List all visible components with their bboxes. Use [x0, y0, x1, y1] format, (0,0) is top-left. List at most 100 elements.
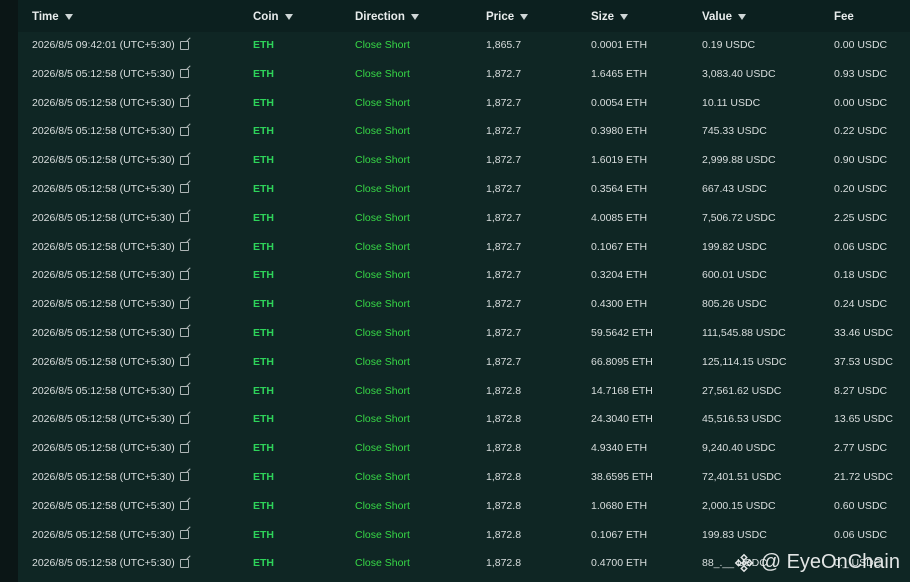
price-cell: 1,872.7 [486, 355, 522, 368]
time-cell[interactable]: 2026/8/5 09:42:01 (UTC+5:30) [32, 39, 189, 51]
time-text: 2026/8/5 05:12:58 (UTC+5:30) [32, 326, 175, 339]
table-row: 2026/8/5 05:12:58 (UTC+5:30) ETH Close S… [18, 261, 910, 290]
coin-cell[interactable]: ETH [253, 97, 274, 109]
time-text: 2026/8/5 05:12:58 (UTC+5:30) [32, 182, 175, 195]
column-header-direction[interactable]: Direction [355, 10, 419, 24]
size-cell: 1.0680 ETH [591, 499, 648, 512]
time-text: 2026/8/5 05:12:58 (UTC+5:30) [32, 528, 175, 541]
direction-cell: Close Short [355, 154, 410, 167]
fee-cell: 33.46 USDC [834, 326, 893, 339]
column-header-size[interactable]: Size [591, 10, 629, 24]
external-link-icon[interactable] [179, 40, 189, 50]
external-link-icon[interactable] [179, 126, 189, 136]
direction-cell: Close Short [355, 269, 410, 282]
value-cell: 111,545.88 USDC [702, 326, 786, 339]
price-cell: 1,872.7 [486, 96, 522, 109]
coin-cell[interactable]: ETH [253, 269, 274, 281]
coin-cell[interactable]: ETH [253, 356, 274, 368]
direction-cell: Close Short [355, 470, 410, 483]
time-cell[interactable]: 2026/8/5 05:12:58 (UTC+5:30) [32, 212, 189, 224]
time-cell[interactable]: 2026/8/5 05:12:58 (UTC+5:30) [32, 471, 189, 483]
coin-cell[interactable]: ETH [253, 385, 274, 397]
external-link-icon[interactable] [179, 386, 189, 396]
size-cell: 0.0054 ETH [591, 96, 648, 109]
coin-cell[interactable]: ETH [253, 183, 274, 195]
time-cell[interactable]: 2026/8/5 05:12:58 (UTC+5:30) [32, 356, 189, 368]
coin-cell[interactable]: ETH [253, 212, 274, 224]
time-cell[interactable]: 2026/8/5 05:12:58 (UTC+5:30) [32, 183, 189, 195]
column-header-time[interactable]: Time [32, 10, 73, 24]
coin-cell[interactable]: ETH [253, 413, 274, 425]
time-text: 2026/8/5 05:12:58 (UTC+5:30) [32, 557, 175, 570]
table-row: 2026/8/5 05:12:58 (UTC+5:30) ETH Close S… [18, 319, 910, 348]
time-text: 2026/8/5 05:12:58 (UTC+5:30) [32, 240, 175, 253]
external-link-icon[interactable] [179, 328, 189, 338]
external-link-icon[interactable] [179, 299, 189, 309]
external-link-icon[interactable] [179, 242, 189, 252]
time-cell[interactable]: 2026/8/5 05:12:58 (UTC+5:30) [32, 557, 189, 569]
time-cell[interactable]: 2026/8/5 05:12:58 (UTC+5:30) [32, 500, 189, 512]
coin-cell[interactable]: ETH [253, 500, 274, 512]
coin-cell[interactable]: ETH [253, 241, 274, 253]
value-cell: 3,083.40 USDC [702, 67, 776, 80]
coin-cell[interactable]: ETH [253, 68, 274, 80]
direction-cell: Close Short [355, 96, 410, 109]
external-link-icon[interactable] [179, 443, 189, 453]
external-link-icon[interactable] [179, 414, 189, 424]
column-header-value[interactable]: Value [702, 10, 747, 24]
price-cell: 1,872.7 [486, 67, 522, 80]
external-link-icon[interactable] [179, 213, 189, 223]
time-cell[interactable]: 2026/8/5 05:12:58 (UTC+5:30) [32, 269, 189, 281]
time-text: 2026/8/5 05:12:58 (UTC+5:30) [32, 96, 175, 109]
time-cell[interactable]: 2026/8/5 05:12:58 (UTC+5:30) [32, 529, 189, 541]
external-link-icon[interactable] [179, 530, 189, 540]
size-cell: 66.8095 ETH [591, 355, 653, 368]
time-cell[interactable]: 2026/8/5 05:12:58 (UTC+5:30) [32, 97, 189, 109]
price-cell: 1,872.8 [486, 384, 522, 397]
size-cell: 0.0001 ETH [591, 39, 648, 51]
external-link-icon[interactable] [179, 155, 189, 165]
coin-cell[interactable]: ETH [253, 298, 274, 310]
coin-cell[interactable]: ETH [253, 39, 274, 51]
direction-cell: Close Short [355, 240, 410, 253]
external-link-icon[interactable] [179, 558, 189, 568]
value-cell: 199.82 USDC [702, 240, 767, 253]
size-cell: 0.3204 ETH [591, 269, 648, 282]
fee-cell: 0.20 USDC [834, 182, 888, 195]
column-header-label: Direction [355, 11, 405, 23]
column-header-coin[interactable]: Coin [253, 10, 293, 24]
column-header-label: Fee [834, 11, 854, 23]
table-row: 2026/8/5 05:12:58 (UTC+5:30) ETH Close S… [18, 405, 910, 434]
time-cell[interactable]: 2026/8/5 05:12:58 (UTC+5:30) [32, 413, 189, 425]
fee-cell: 0.22 USDC [834, 125, 888, 138]
time-text: 2026/8/5 05:12:58 (UTC+5:30) [32, 269, 175, 282]
time-cell[interactable]: 2026/8/5 05:12:58 (UTC+5:30) [32, 68, 189, 80]
time-cell[interactable]: 2026/8/5 05:12:58 (UTC+5:30) [32, 385, 189, 397]
external-link-icon[interactable] [179, 184, 189, 194]
time-cell[interactable]: 2026/8/5 05:12:58 (UTC+5:30) [32, 125, 189, 137]
coin-cell[interactable]: ETH [253, 154, 274, 166]
external-link-icon[interactable] [179, 98, 189, 108]
coin-cell[interactable]: ETH [253, 327, 274, 339]
coin-cell[interactable]: ETH [253, 442, 274, 454]
fee-cell: 2.25 USDC [834, 211, 888, 224]
external-link-icon[interactable] [179, 472, 189, 482]
time-cell[interactable]: 2026/8/5 05:12:58 (UTC+5:30) [32, 442, 189, 454]
external-link-icon[interactable] [179, 501, 189, 511]
coin-cell[interactable]: ETH [253, 471, 274, 483]
price-cell: 1,865.7 [486, 39, 522, 51]
external-link-icon[interactable] [179, 357, 189, 367]
coin-cell[interactable]: ETH [253, 557, 274, 569]
size-cell: 1.6019 ETH [591, 154, 648, 167]
time-cell[interactable]: 2026/8/5 05:12:58 (UTC+5:30) [32, 327, 189, 339]
column-header-price[interactable]: Price [486, 10, 529, 24]
time-cell[interactable]: 2026/8/5 05:12:58 (UTC+5:30) [32, 154, 189, 166]
fee-cell: 21.72 USDC [834, 470, 893, 483]
external-link-icon[interactable] [179, 270, 189, 280]
external-link-icon[interactable] [179, 69, 189, 79]
time-cell[interactable]: 2026/8/5 05:12:58 (UTC+5:30) [32, 298, 189, 310]
column-header-fee: Fee [834, 10, 854, 24]
coin-cell[interactable]: ETH [253, 125, 274, 137]
time-cell[interactable]: 2026/8/5 05:12:58 (UTC+5:30) [32, 241, 189, 253]
coin-cell[interactable]: ETH [253, 529, 274, 541]
